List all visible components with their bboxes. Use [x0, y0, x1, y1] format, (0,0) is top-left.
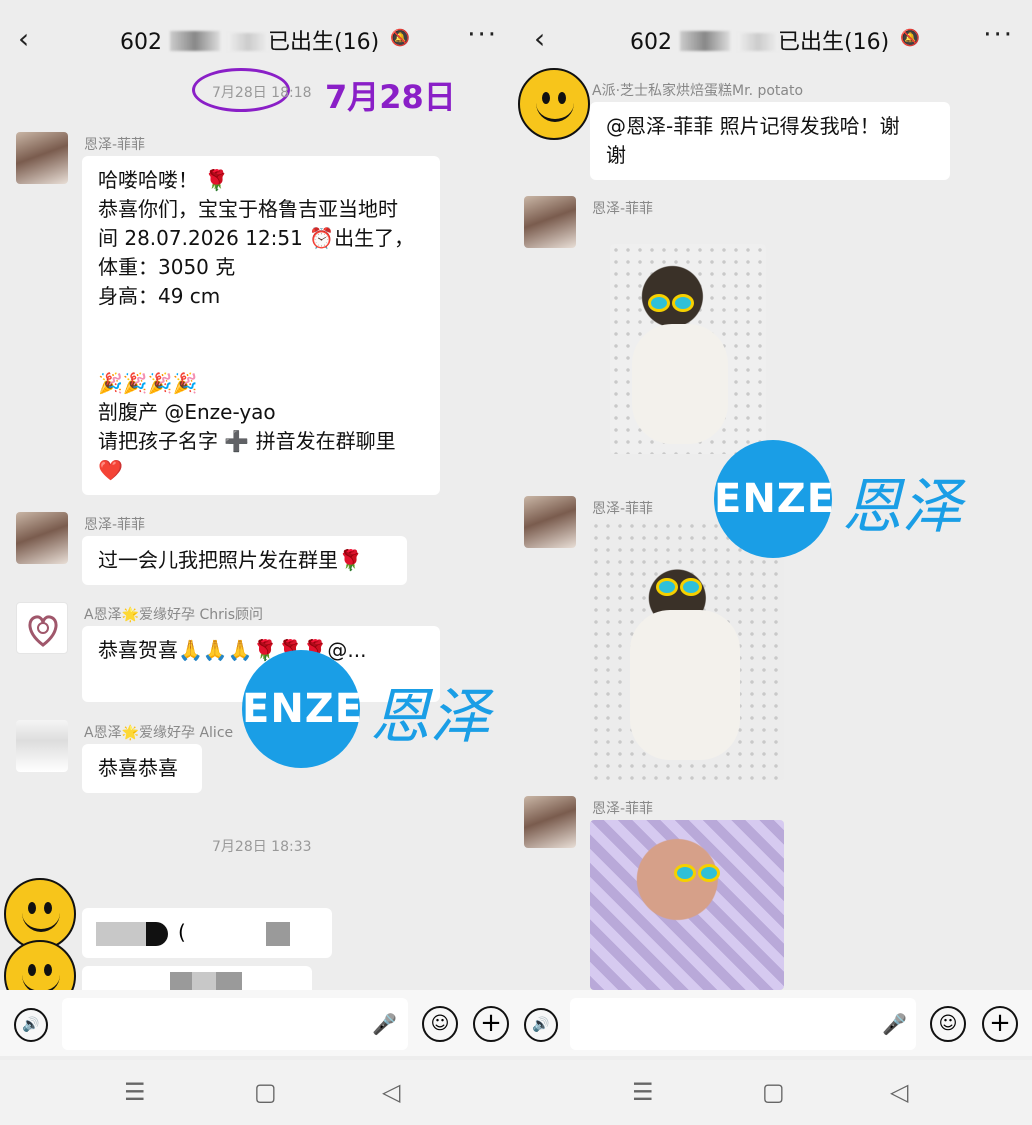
message-line: 体重：3050 克: [98, 255, 236, 279]
plus-icon[interactable]: +: [473, 1006, 509, 1042]
voice-icon[interactable]: 🔊: [14, 1008, 48, 1042]
avatar[interactable]: [524, 796, 576, 848]
title-redaction: [680, 31, 730, 51]
message-line: 过一会儿我把照片发在群里🌹: [98, 548, 363, 572]
menu-icon[interactable]: ☰: [124, 1078, 146, 1106]
baby-outfit: [630, 610, 740, 760]
mic-icon[interactable]: 🎤: [372, 1012, 397, 1036]
back-icon[interactable]: ‹: [18, 24, 40, 54]
nav-back-icon[interactable]: ◁: [890, 1078, 908, 1106]
avatar[interactable]: [524, 496, 576, 548]
message-bubble[interactable]: @恩泽-菲菲 照片记得发我哈！谢 谢: [590, 102, 950, 180]
more-icon[interactable]: ···: [983, 20, 1014, 50]
mute-icon: 🔕: [390, 28, 410, 47]
sender-name: 恩泽-菲菲: [592, 801, 654, 817]
avatar[interactable]: [16, 720, 68, 772]
sender-name: 恩泽-菲菲: [592, 201, 654, 217]
sunglasses-sticker: [656, 578, 704, 596]
message-bubble[interactable]: 恭喜恭喜: [82, 744, 202, 793]
mute-icon: 🔕: [900, 28, 920, 47]
baby-photo[interactable]: [590, 520, 784, 780]
timestamp: 7月28日 18:33: [212, 839, 312, 855]
message-line: ❤️: [98, 458, 123, 482]
nav-back-icon[interactable]: ◁: [382, 1078, 400, 1106]
menu-icon[interactable]: ☰: [632, 1078, 654, 1106]
emoji-icon[interactable]: ☺: [930, 1006, 966, 1042]
sender-name: 恩泽-菲菲: [84, 517, 146, 533]
message-bubble[interactable]: 哈喽哈喽！ 🌹 恭喜你们，宝宝于格鲁吉亚当地时 间 28.07.2026 12:…: [82, 156, 440, 495]
message-line: [98, 340, 424, 369]
sender-name: A派·芝士私家烘焙蛋糕Mr. potato: [592, 83, 804, 99]
top-bar: ‹ 602 已出生(16) 🔕 ···: [0, 0, 516, 76]
watermark-chinese: 恩泽: [842, 472, 962, 542]
avatar[interactable]: [524, 196, 576, 248]
message-bubble[interactable]: 过一会儿我把照片发在群里🌹: [82, 536, 407, 585]
chat-title: 602 已出生(16): [630, 24, 889, 56]
title-suffix: 已出生(16): [268, 30, 380, 55]
message-line: 间 28.07.2026 12:51 ⏰出生了，: [98, 226, 415, 250]
title-prefix: 602: [120, 30, 162, 55]
message-line: 哈喽哈喽！ 🌹: [98, 168, 230, 192]
right-chat-screen: ‹ 602 已出生(16) 🔕 ··· A派·芝士私家烘焙蛋糕Mr. potato…: [516, 0, 1032, 1125]
message-line: 剖腹产 @Enze-yao: [98, 400, 276, 424]
message-line: 恭喜恭喜: [98, 756, 178, 780]
avatar[interactable]: [16, 512, 68, 564]
timestamp: 7月28日 18:18: [212, 85, 312, 101]
home-icon[interactable]: ▢: [254, 1078, 277, 1106]
baby-photo[interactable]: [590, 820, 784, 990]
avatar[interactable]: [16, 602, 68, 654]
enze-watermark: ENZE 恩泽: [242, 650, 512, 768]
title-redaction: [228, 33, 268, 51]
chat-title: 602 已出生(16): [120, 24, 379, 56]
message-line: 请把孩子名字 ➕ 拼音发在群聊里: [98, 429, 396, 453]
redacted-text: (: [178, 920, 186, 944]
enze-watermark: ENZE 恩泽: [714, 440, 1014, 558]
sunglasses-sticker: [648, 294, 696, 312]
message-line: 恭喜你们，宝宝于格鲁吉亚当地时: [98, 197, 398, 221]
mic-icon[interactable]: 🎤: [882, 1012, 907, 1036]
message-line: 🎉🎉🎉🎉: [98, 371, 198, 395]
top-bar: ‹ 602 已出生(16) 🔕 ···: [516, 0, 1032, 76]
watermark-disc: ENZE: [242, 650, 362, 768]
message-line: @恩泽-菲菲 照片记得发我哈！谢: [606, 114, 900, 138]
title-prefix: 602: [630, 30, 672, 55]
heart-logo-icon: [28, 615, 58, 647]
voice-icon[interactable]: 🔊: [524, 1008, 558, 1042]
sender-name: A恩泽🌟爱缘好孕 Chris顾问: [84, 607, 264, 623]
sender-name: A恩泽🌟爱缘好孕 Alice: [84, 725, 234, 741]
title-redaction: [738, 33, 778, 51]
home-icon[interactable]: ▢: [762, 1078, 785, 1106]
message-line: [98, 311, 424, 340]
sender-name: 恩泽-菲菲: [84, 137, 146, 153]
message-line: 谢: [606, 143, 626, 167]
message-line: 身高：49 cm: [98, 284, 221, 308]
title-redaction: [170, 31, 220, 51]
more-icon[interactable]: ···: [467, 20, 498, 50]
watermark-chinese: 恩泽: [370, 682, 490, 752]
smiley-face-icon: [518, 68, 590, 140]
plus-icon[interactable]: +: [982, 1006, 1018, 1042]
back-icon[interactable]: ‹: [534, 24, 556, 54]
redaction-block: [96, 922, 146, 946]
sunglasses-sticker: [674, 864, 722, 882]
title-suffix: 已出生(16): [778, 30, 890, 55]
baby-outfit: [632, 324, 728, 444]
redaction-block: [266, 922, 290, 946]
date-annotation: 7月28日: [325, 78, 456, 116]
sender-name: 恩泽-菲菲: [592, 501, 654, 517]
message-input[interactable]: [570, 998, 916, 1050]
left-chat-screen: ‹ 602 已出生(16) 🔕 ··· 7月28日 18:18 7月28日 恩泽-…: [0, 0, 516, 1125]
watermark-disc: ENZE: [714, 440, 834, 558]
baby-photo[interactable]: [610, 244, 766, 454]
emoji-icon[interactable]: ☺: [422, 1006, 458, 1042]
avatar[interactable]: [16, 132, 68, 184]
message-input[interactable]: [62, 998, 408, 1050]
